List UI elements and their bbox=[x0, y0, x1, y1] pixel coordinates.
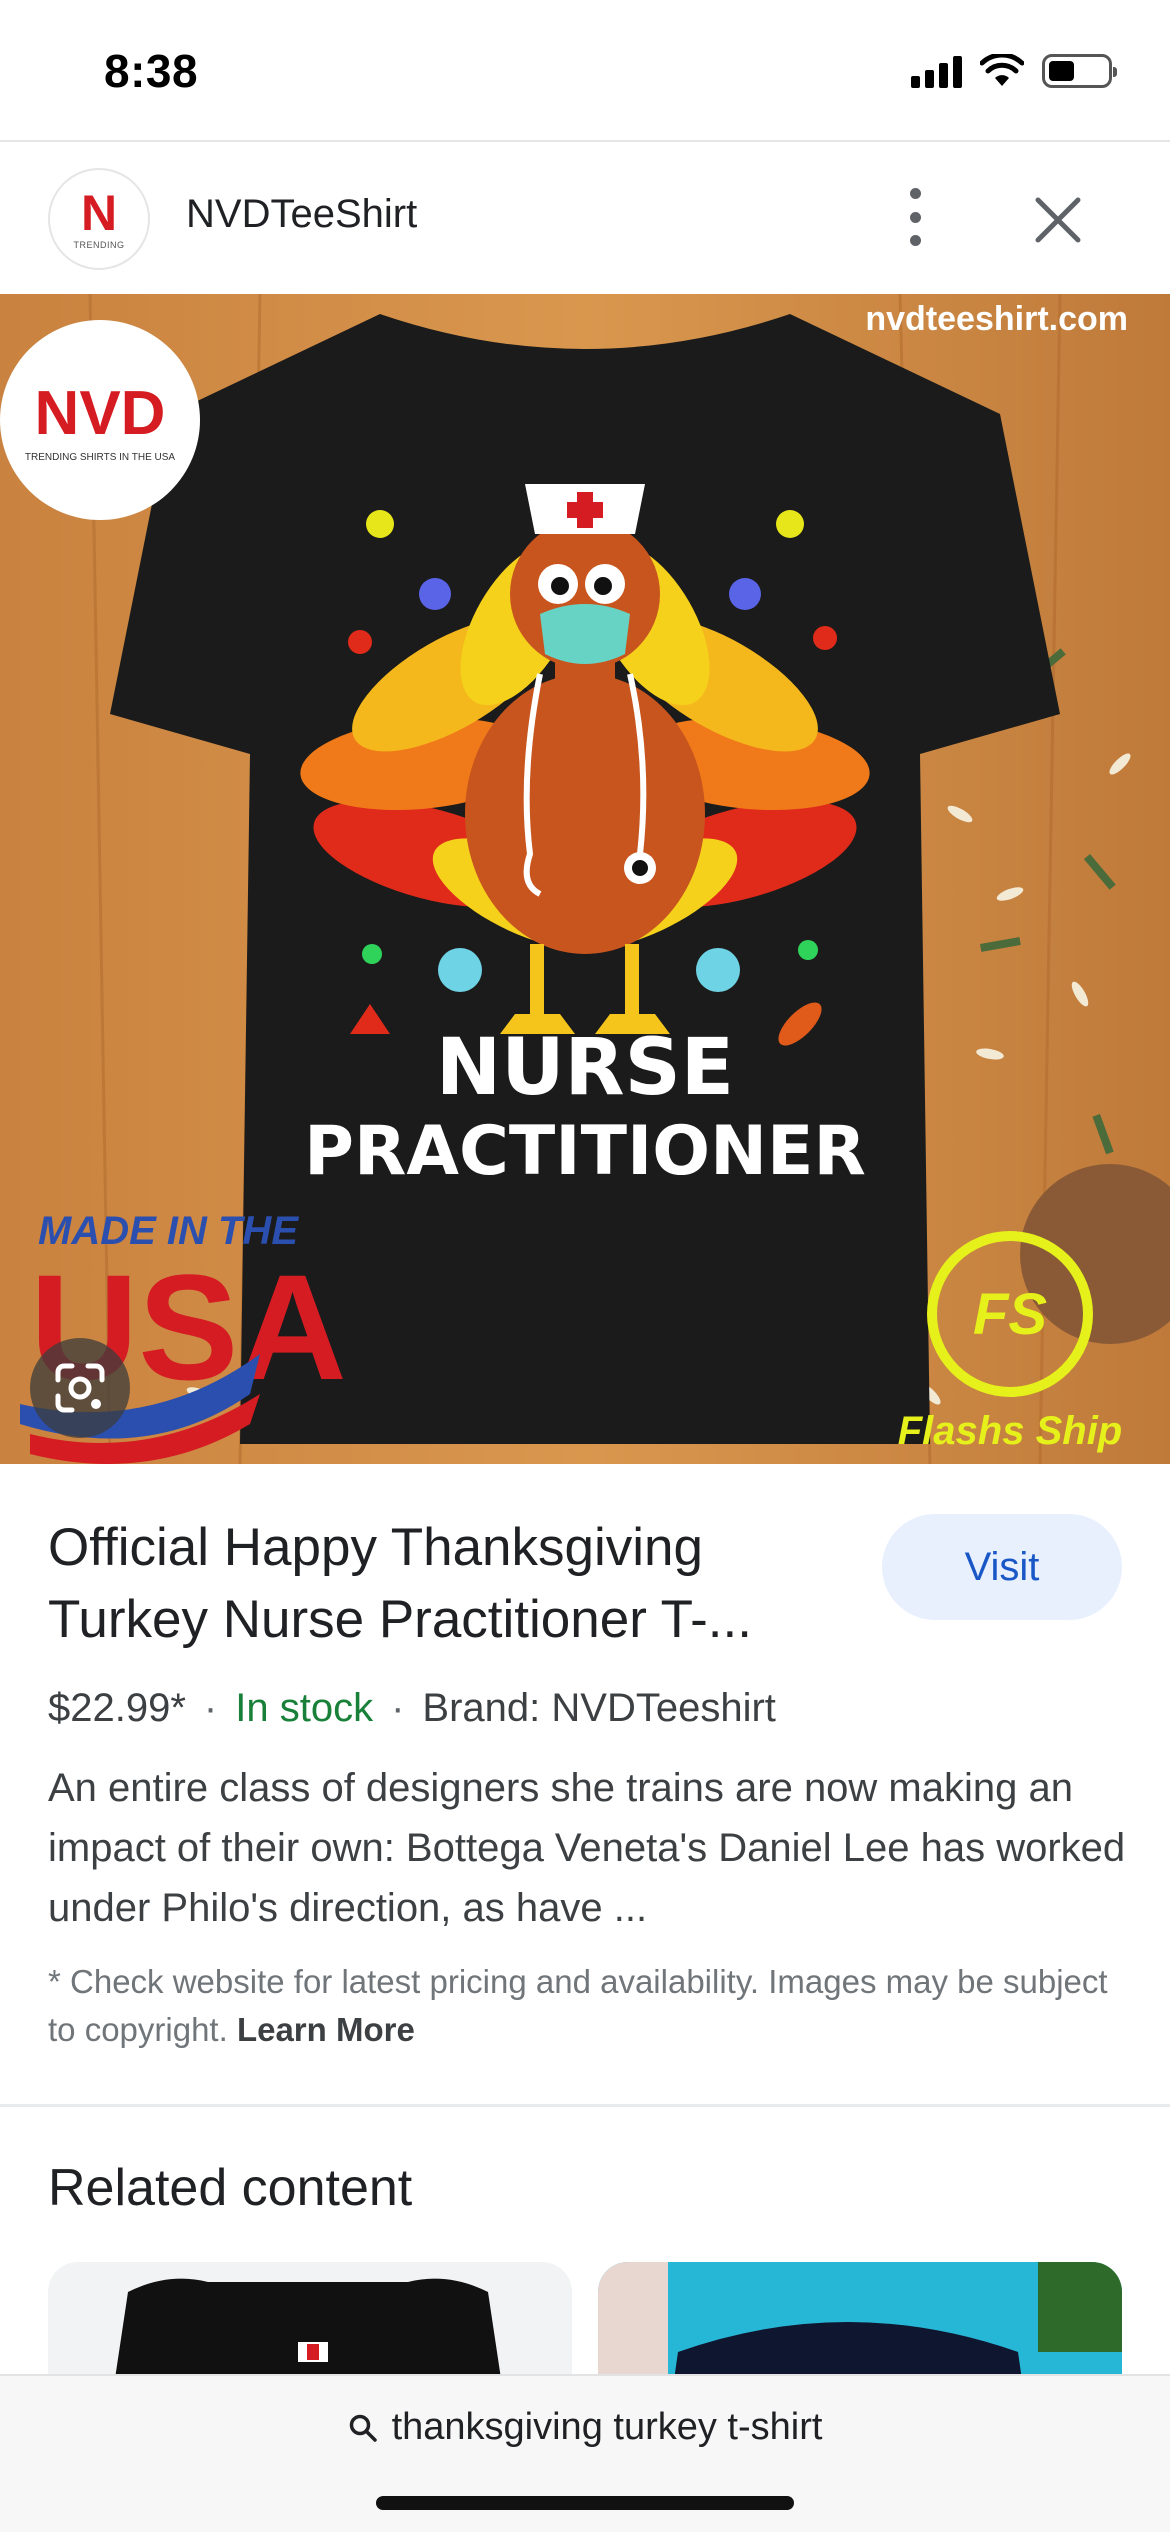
battery-icon bbox=[1042, 54, 1117, 88]
stock-status: In stock bbox=[235, 1686, 374, 1730]
learn-more-link[interactable]: Learn More bbox=[237, 2011, 415, 2048]
meta-separator: · bbox=[203, 1686, 218, 1730]
related-content-title: Related content bbox=[48, 2159, 413, 2217]
product-image[interactable]: NVD TRENDING SHIRTS IN THE USA nvdteeshi… bbox=[0, 294, 1170, 1464]
bottom-search-bar[interactable]: thanksgiving turkey t-shirt bbox=[0, 2374, 1170, 2532]
status-time: 8:38 bbox=[104, 45, 199, 97]
source-logo-sub: TRENDING bbox=[73, 240, 125, 250]
more-options-button[interactable] bbox=[890, 182, 940, 252]
more-vert-icon bbox=[909, 188, 921, 199]
meta-separator: · bbox=[391, 1686, 405, 1730]
svg-text:FS: FS bbox=[973, 1282, 1047, 1347]
status-bar: 8:38 bbox=[0, 0, 1170, 140]
product-brand: Brand: NVDTeeshirt bbox=[422, 1686, 776, 1730]
source-logo[interactable]: N TRENDING bbox=[48, 168, 150, 270]
product-price: $22.99* bbox=[48, 1686, 186, 1730]
search-icon bbox=[349, 2414, 377, 2442]
search-query-text: thanksgiving turkey t-shirt bbox=[391, 2406, 823, 2448]
product-meta: $22.99* · In stock · Brand: NVDTeeshirt bbox=[48, 1686, 776, 1731]
wifi-icon bbox=[980, 54, 1024, 86]
close-icon[interactable] bbox=[1030, 192, 1086, 248]
svg-text:NURSE: NURSE bbox=[436, 1023, 734, 1113]
visit-button[interactable]: Visit bbox=[882, 1514, 1122, 1620]
lens-icon bbox=[55, 1363, 105, 1413]
badge-brand-text: NVD bbox=[35, 379, 166, 448]
product-title[interactable]: Official Happy Thanksgiving Turkey Nurse… bbox=[48, 1512, 828, 1656]
status-icons bbox=[911, 54, 1117, 88]
source-name[interactable]: NVDTeeShirt bbox=[186, 192, 417, 237]
google-lens-button[interactable] bbox=[30, 1338, 130, 1438]
disclaimer: * Check website for latest pricing and a… bbox=[48, 1958, 1128, 2054]
home-indicator[interactable] bbox=[376, 2496, 794, 2510]
search-query[interactable]: thanksgiving turkey t-shirt bbox=[0, 2406, 1170, 2449]
svg-text:Flashs Ship: Flashs Ship bbox=[898, 1409, 1123, 1453]
svg-text:nvdteeshirt.com: nvdteeshirt.com bbox=[865, 300, 1128, 338]
svg-text:PRACTITIONER: PRACTITIONER bbox=[304, 1112, 866, 1191]
disclaimer-text: * Check website for latest pricing and a… bbox=[48, 1963, 1108, 2048]
product-description: An entire class of designers she trains … bbox=[48, 1766, 1126, 1930]
section-divider bbox=[0, 2104, 1170, 2107]
svg-text:TRENDING SHIRTS IN THE USA: TRENDING SHIRTS IN THE USA bbox=[25, 452, 176, 463]
source-logo-letter: N bbox=[80, 185, 118, 241]
source-header: N TRENDING NVDTeeShirt bbox=[0, 142, 1170, 294]
cellular-signal-icon bbox=[911, 54, 962, 88]
